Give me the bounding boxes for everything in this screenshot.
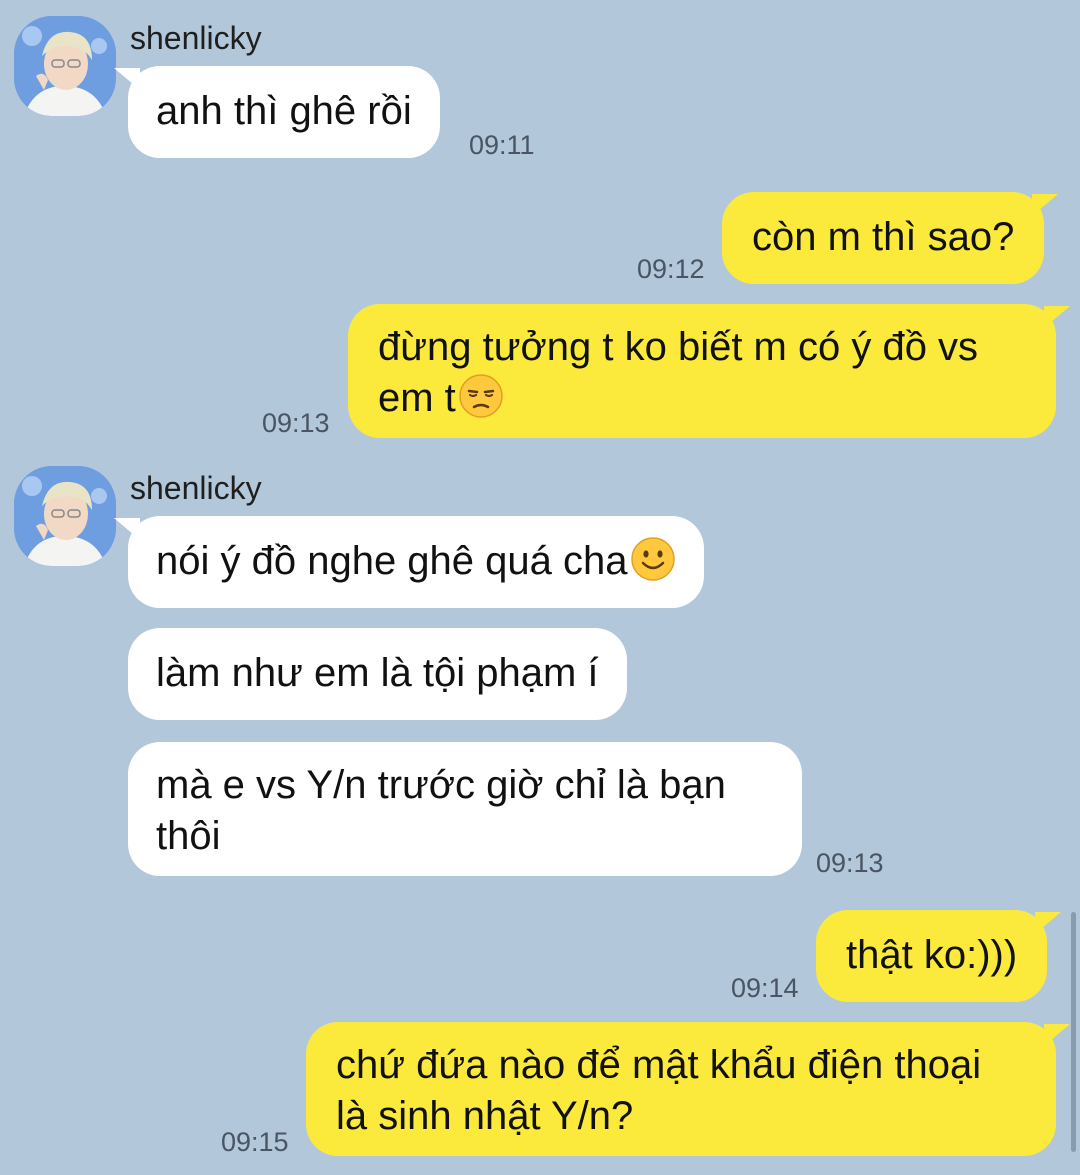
message-time: 09:12 [637,254,705,284]
message-time: 09:13 [262,408,330,438]
scrollbar[interactable] [1071,912,1076,1152]
sender-name: shenlicky [130,20,262,56]
avatar-image [14,16,116,116]
sender-name: shenlicky [130,470,262,506]
message-text-line: chứ đứa nào để mật khẩu điện thoại [336,1043,982,1087]
message-text: làm như em là tội phạm í [156,651,599,695]
message-text: anh thì ghê rồi [156,89,412,133]
avatar[interactable] [14,466,116,566]
message-time: 09:15 [221,1127,289,1157]
chat-view: shenlicky anh thì ghê rồi 09:11 còn m th… [0,0,1080,1175]
slightly-smiling-face-icon [630,537,675,581]
message-text: thật ko:))) [846,933,1018,977]
message-bubble-incoming[interactable]: làm như em là tội phạm í [128,628,627,720]
message-bubble-outgoing[interactable]: thật ko:))) [816,910,1062,1002]
avatar[interactable] [14,16,116,116]
message-bubble-outgoing[interactable]: chứ đứa nào để mật khẩu điện thoại là si… [306,1022,1070,1156]
message-text-line: đừng tưởng t ko biết m có ý đồ vs [378,325,979,369]
message-time: 09:14 [731,973,799,1003]
message-bubble-incoming[interactable]: anh thì ghê rồi [114,66,440,158]
message-text: còn m thì sao? [752,215,1015,259]
message-time: 09:13 [816,848,884,878]
message-bubble-incoming[interactable]: mà e vs Y/n trước giờ chỉ là bạn thôi [128,742,802,876]
message-text: nói ý đồ nghe ghê quá cha [156,539,628,583]
message-text-line: thôi [156,814,221,858]
message-text-line: em t [378,376,456,420]
message-time: 09:11 [469,130,535,160]
message-text-line: mà e vs Y/n trước giờ chỉ là bạn [156,763,726,807]
unamused-face-icon [459,374,503,418]
message-text-line: là sinh nhật Y/n? [336,1094,634,1138]
message-bubble-incoming[interactable]: nói ý đồ nghe ghê quá cha [114,516,704,608]
avatar-image [14,466,116,566]
message-bubble-outgoing[interactable]: còn m thì sao? [722,192,1059,284]
message-bubble-outgoing[interactable]: đừng tưởng t ko biết m có ý đồ vs em t [348,304,1070,438]
